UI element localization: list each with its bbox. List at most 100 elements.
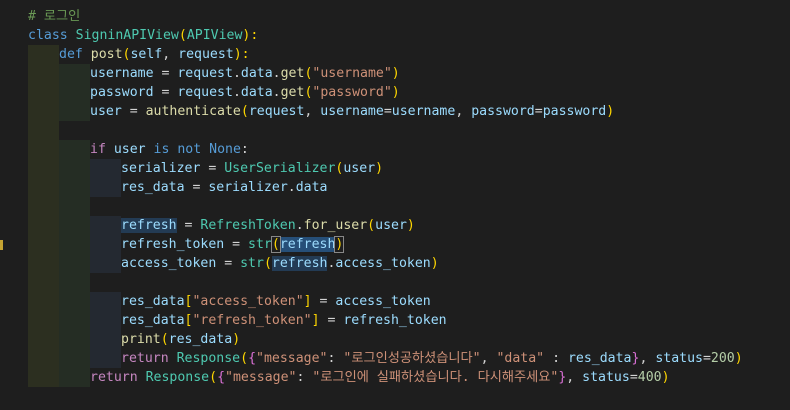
code-token: status <box>655 351 703 366</box>
code-token: = <box>534 104 543 119</box>
code-token: = <box>216 256 241 271</box>
code-line[interactable]: class SigninAPIView(APIView): <box>0 26 790 45</box>
code-token: 200 <box>710 351 735 366</box>
code-token: username <box>320 104 384 119</box>
code-token: ) <box>391 85 400 100</box>
indent-guide <box>59 330 90 349</box>
code-token: APIView <box>186 28 243 43</box>
code-line[interactable] <box>0 197 790 216</box>
code-token: refresh <box>121 218 177 233</box>
code-line[interactable]: return Response({"message": "로그인성공하셨습니다"… <box>0 349 790 368</box>
indent-guide <box>28 102 59 121</box>
indent-guide <box>59 311 90 330</box>
code-token: ( <box>367 218 376 233</box>
code-line[interactable]: return Response({"message": "로그인에 실패하셨습니… <box>0 368 790 387</box>
code-token: ( <box>178 28 187 43</box>
code-token: access_token <box>335 294 431 309</box>
code-token: serializer <box>121 161 201 176</box>
code-token: { <box>248 351 257 366</box>
code-token: "message" <box>225 370 297 385</box>
code-line[interactable]: res_data["access_token"] = access_token <box>0 292 790 311</box>
code-token: res_data <box>121 294 185 309</box>
code-line[interactable]: access_token = str(refresh.access_token) <box>0 254 790 273</box>
code-line[interactable]: def post(self, request): <box>0 45 790 64</box>
code-token: is not <box>145 142 210 157</box>
indent-guide <box>59 64 90 83</box>
indent-guide <box>28 292 59 311</box>
code-editor[interactable]: # 로그인 class SigninAPIView(APIView): def po… <box>0 0 790 410</box>
indent-guide <box>90 330 121 349</box>
code-line[interactable]: user = authenticate(request, username=us… <box>0 102 790 121</box>
code-token: ) <box>406 218 415 233</box>
code-token: request <box>178 47 234 62</box>
code-line[interactable] <box>0 121 790 140</box>
code-text: refresh_token = str(refresh) <box>121 235 345 254</box>
code-token: ) <box>334 236 345 253</box>
indent-guide <box>28 254 59 273</box>
code-token: = <box>383 104 392 119</box>
code-line[interactable]: # 로그인 <box>0 7 790 26</box>
code-token: ) <box>661 370 670 385</box>
indent-guide <box>90 178 121 197</box>
code-token: ] <box>303 294 312 309</box>
indent-guide <box>59 254 90 273</box>
indent-guide <box>90 159 121 178</box>
code-text: serializer = UserSerializer(user) <box>121 159 383 178</box>
code-token: = <box>184 180 209 195</box>
indent-guide <box>28 121 59 140</box>
code-text: print(res_data) <box>121 330 240 349</box>
code-token: data <box>240 85 273 100</box>
code-token: . <box>232 66 241 81</box>
indent-guide <box>90 311 121 330</box>
code-token: = <box>200 161 225 176</box>
code-token: . <box>272 66 281 81</box>
code-token: : <box>327 351 344 366</box>
code-token: request <box>177 66 233 81</box>
code-token: status <box>582 370 630 385</box>
indent-guide <box>59 178 90 197</box>
code-line[interactable]: serializer = UserSerializer(user) <box>0 159 790 178</box>
code-line[interactable]: refresh = RefreshToken.for_user(user) <box>0 216 790 235</box>
code-text: username = request.data.get("username") <box>90 64 400 83</box>
indent-guide <box>90 292 121 311</box>
code-token: None <box>209 142 241 157</box>
code-token: , <box>162 47 179 62</box>
code-token: request <box>177 85 233 100</box>
code-text: res_data["access_token"] = access_token <box>121 292 431 311</box>
indent-guide <box>59 216 90 235</box>
code-token: "password" <box>312 85 392 100</box>
code-token: request <box>248 104 305 119</box>
code-line[interactable]: if user is not None: <box>0 140 790 159</box>
code-token: "로그인에 실패하셨습니다. 다시해주세요" <box>312 370 559 385</box>
code-line[interactable]: refresh_token = str(refresh) <box>0 235 790 254</box>
code-token: post <box>90 47 123 62</box>
code-text: res_data["refresh_token"] = refresh_toke… <box>121 311 447 330</box>
code-line[interactable]: print(res_data) <box>0 330 790 349</box>
code-token: refresh_token <box>343 313 447 328</box>
code-token: res_data <box>168 332 233 347</box>
code-text: def post(self, request): <box>59 45 250 64</box>
code-token: , <box>455 104 472 119</box>
code-token: UserSerializer <box>224 161 336 176</box>
indent-guide <box>28 197 59 216</box>
code-line[interactable]: res_data["refresh_token"] = refresh_toke… <box>0 311 790 330</box>
code-line[interactable]: res_data = serializer.data <box>0 178 790 197</box>
indent-guide <box>28 140 59 159</box>
indent-guide <box>28 311 59 330</box>
code-line[interactable]: username = request.data.get("username") <box>0 64 790 83</box>
indent-guide <box>28 159 59 178</box>
code-token: Response <box>176 351 241 366</box>
indent-guide <box>59 273 90 292</box>
indent-guide <box>59 197 90 216</box>
code-token: return <box>121 351 177 366</box>
code-token: # 로그인 <box>28 9 81 24</box>
code-token: str <box>248 237 272 252</box>
code-line[interactable]: password = request.data.get("password") <box>0 83 790 102</box>
code-token: { <box>217 370 226 385</box>
code-line[interactable] <box>0 273 790 292</box>
code-text: res_data = serializer.data <box>121 178 327 197</box>
indent-guide <box>59 349 90 368</box>
code-token: RefreshToken <box>200 218 296 233</box>
indent-guide <box>28 349 59 368</box>
code-text: refresh = RefreshToken.for_user(user) <box>121 216 415 235</box>
